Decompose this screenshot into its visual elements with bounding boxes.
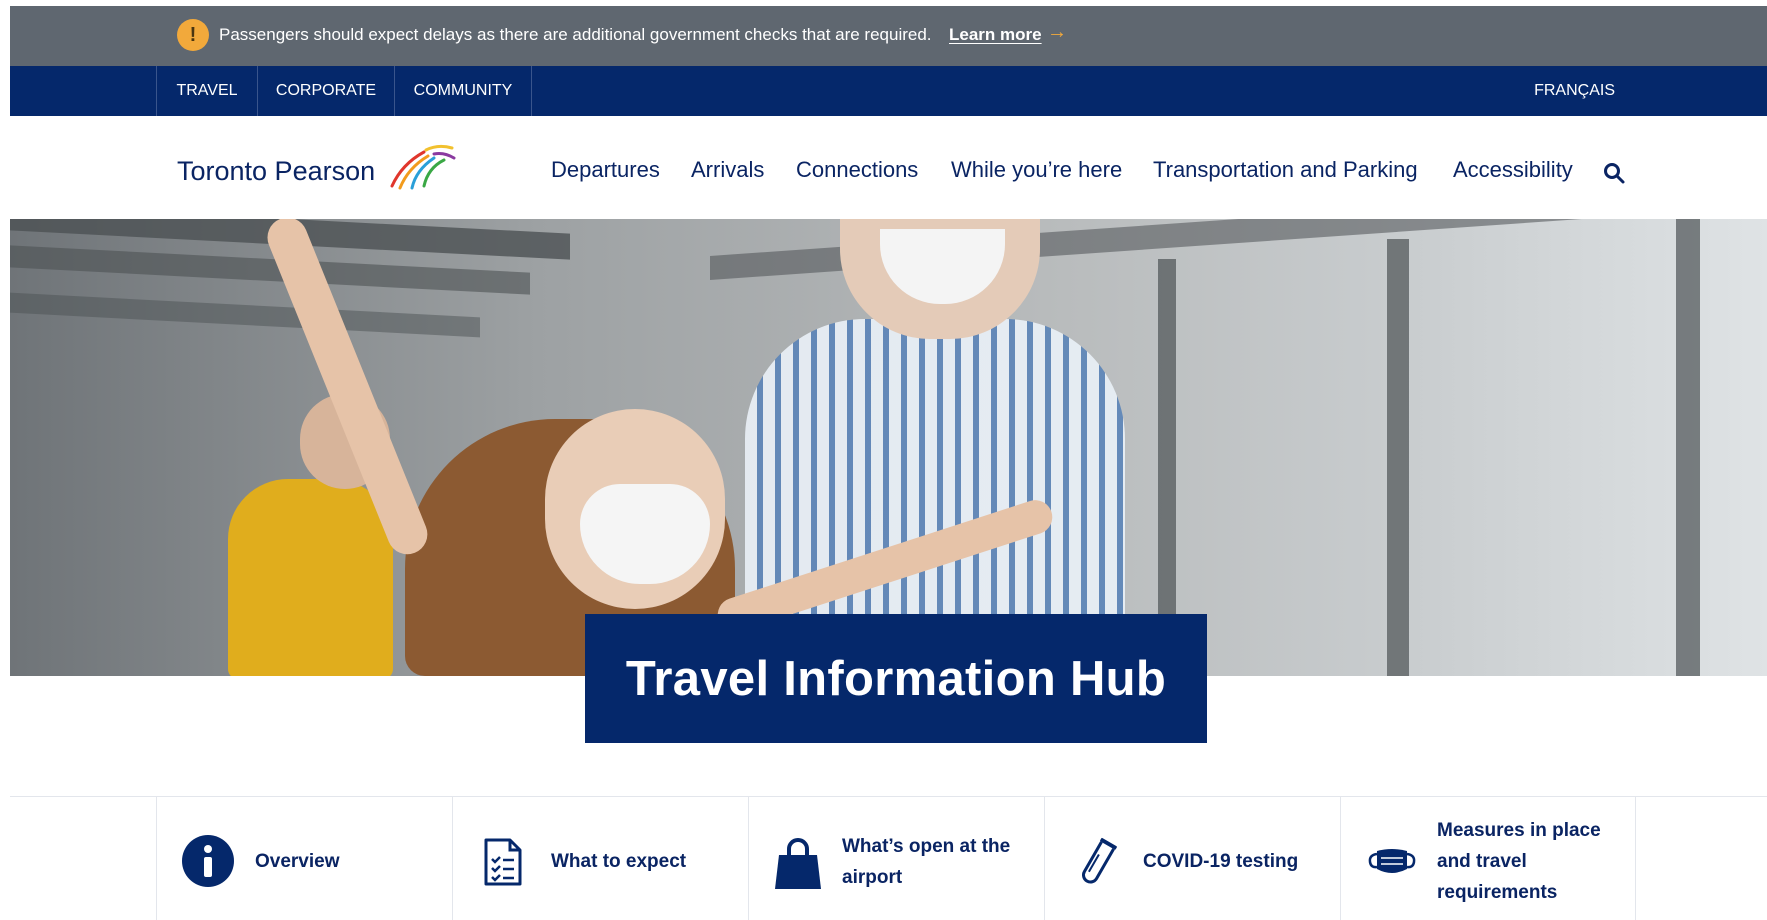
alert-message: Passengers should expect delays as there… [219,25,932,44]
page: ! Passengers should expect delays as the… [10,6,1767,920]
utility-nav-community[interactable]: COMMUNITY [394,66,532,116]
page-title: Travel Information Hub [625,651,1167,706]
pearson-flight-logo-icon[interactable] [388,142,458,190]
nav-connections[interactable]: Connections [796,157,918,183]
quick-link-measures[interactable]: Measures in place and travel requirement… [1340,797,1636,920]
language-toggle-francais[interactable]: FRANÇAIS [1534,66,1615,116]
info-icon [182,835,234,887]
quick-link-label: COVID-19 testing [1143,851,1299,872]
exclamation-icon: ! [177,19,209,51]
main-header: Toronto Pearson Departures Arrivals Conn… [10,116,1767,219]
learn-more-link[interactable]: Learn more [949,25,1042,45]
nav-departures[interactable]: Departures [551,157,660,183]
nav-arrivals[interactable]: Arrivals [691,157,764,183]
quick-link-whats-open[interactable]: What’s open at the airport [748,797,1044,920]
hero-image [10,219,1767,676]
alert-banner: ! Passengers should expect delays as the… [10,6,1767,66]
nav-while-youre-here[interactable]: While you’re here [951,157,1122,183]
quick-links: Overview What to expect What’s open at t… [10,796,1767,920]
quick-link-label: Overview [255,851,340,872]
utility-nav-corporate[interactable]: CORPORATE [257,66,394,116]
brand-name[interactable]: Toronto Pearson [177,156,375,187]
quick-link-label: What’s open at the airport [842,836,1011,888]
utility-nav: TRAVEL CORPORATE COMMUNITY FRANÇAIS [10,66,1767,116]
face-mask-icon [1368,849,1416,873]
quick-link-label: Measures in place and travel requirement… [1437,820,1601,903]
search-icon[interactable] [1602,161,1626,185]
quick-link-overview[interactable]: Overview [156,797,452,920]
checklist-document-icon [484,838,522,886]
nav-transportation-and-parking[interactable]: Transportation and Parking [1153,157,1418,183]
utility-nav-travel[interactable]: TRAVEL [156,66,257,116]
quick-link-what-to-expect[interactable]: What to expect [452,797,748,920]
test-tube-icon [1082,837,1117,884]
shopping-bag-icon [775,838,821,889]
hero-title-box: Travel Information Hub [585,614,1207,743]
nav-accessibility[interactable]: Accessibility [1453,157,1573,183]
quick-link-covid-testing[interactable]: COVID-19 testing [1044,797,1340,920]
arrow-right-icon[interactable]: → [1047,21,1067,44]
quick-link-label: What to expect [551,851,687,872]
